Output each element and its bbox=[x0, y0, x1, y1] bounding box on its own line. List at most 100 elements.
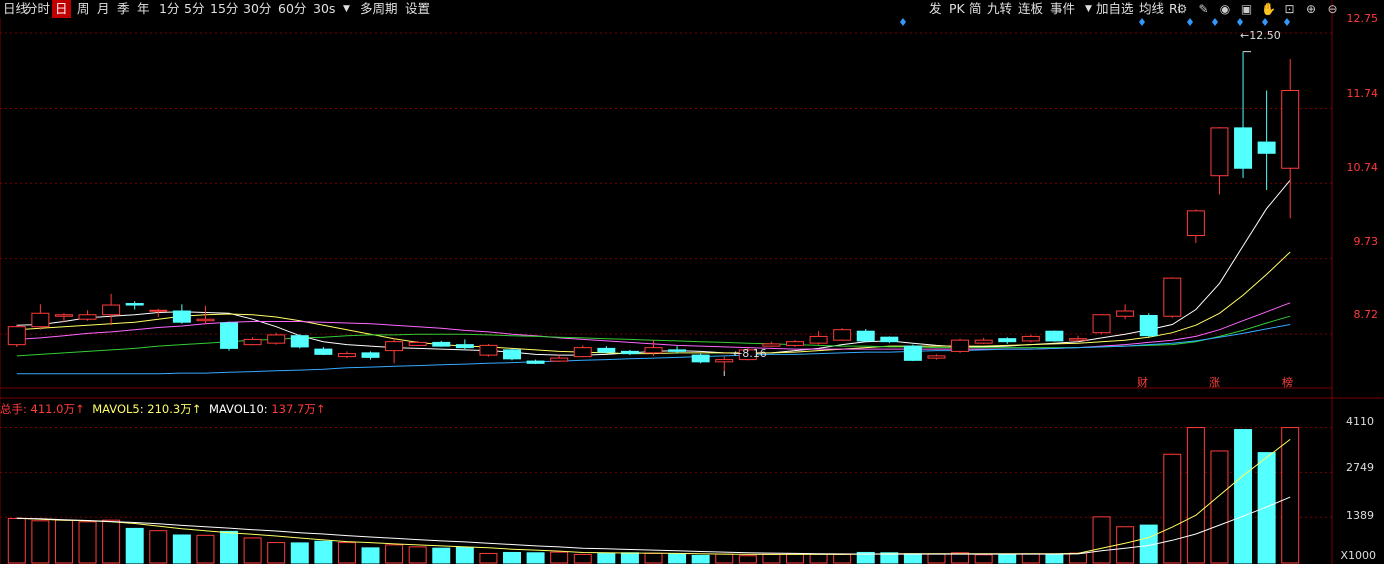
candle bbox=[715, 359, 734, 363]
volume-bar bbox=[620, 552, 639, 564]
volume-bar bbox=[927, 553, 946, 564]
volume-bar bbox=[1021, 553, 1040, 564]
volume-bar bbox=[361, 547, 380, 564]
eye-icon[interactable]: ◉ bbox=[1218, 2, 1232, 16]
volume-bar bbox=[550, 551, 569, 564]
volume-tick: 2749 bbox=[1346, 461, 1374, 474]
tool-button-4[interactable]: 连板 bbox=[1015, 0, 1046, 18]
lock-icon[interactable]: ▣ bbox=[1240, 2, 1254, 16]
period-tab-5[interactable]: 季 bbox=[114, 0, 133, 18]
lock-open-icon[interactable]: ⊡ bbox=[1283, 2, 1297, 16]
volume-bar bbox=[668, 553, 687, 564]
candle bbox=[1186, 210, 1205, 237]
tool-button-0[interactable]: 发 bbox=[926, 0, 945, 18]
candle bbox=[220, 322, 239, 349]
total-volume-label: 总手: bbox=[0, 402, 27, 416]
volume-bar bbox=[337, 542, 356, 564]
volume-bar bbox=[78, 521, 97, 564]
volume-bar bbox=[31, 520, 50, 564]
period-tab-13[interactable]: 多周期 bbox=[357, 0, 401, 18]
price-tick: 8.72 bbox=[1353, 308, 1379, 321]
volume-bar bbox=[998, 553, 1017, 564]
period-tab-4[interactable]: 月 bbox=[94, 0, 113, 18]
period-tab-2[interactable]: 日 bbox=[52, 0, 71, 18]
zoom-in-icon[interactable]: ⊕ bbox=[1304, 2, 1318, 16]
candle bbox=[78, 314, 97, 320]
volume-bar bbox=[1210, 450, 1229, 564]
candle bbox=[620, 350, 639, 355]
volume-bar bbox=[1257, 452, 1276, 564]
period-tab-3[interactable]: 周 bbox=[74, 0, 93, 18]
volume-bar bbox=[1068, 552, 1087, 564]
candle bbox=[149, 309, 168, 312]
volume-bar bbox=[432, 547, 451, 564]
candle bbox=[903, 345, 922, 361]
event-marker-finance[interactable]: 财 bbox=[1137, 374, 1148, 390]
tool-button-7[interactable]: 均线 bbox=[1136, 0, 1167, 18]
candle bbox=[243, 338, 262, 346]
candle bbox=[196, 318, 215, 322]
mavol10-label: MAVOL10: bbox=[209, 402, 268, 416]
tool-button-5[interactable]: 事件 bbox=[1047, 0, 1078, 18]
volume-bar bbox=[267, 542, 286, 564]
zoom-out-icon[interactable]: ⊖ bbox=[1326, 2, 1340, 16]
period-tab-10[interactable]: 30分 bbox=[240, 0, 274, 18]
pen-icon[interactable]: ✎ bbox=[1197, 2, 1211, 16]
volume-bar bbox=[102, 519, 121, 564]
mavol5-label: MAVOL5: bbox=[92, 402, 144, 416]
period-tab-11[interactable]: 60分 bbox=[275, 0, 309, 18]
candle bbox=[1139, 314, 1158, 337]
candle bbox=[644, 347, 663, 354]
volume-bar bbox=[196, 534, 215, 564]
candle bbox=[125, 303, 144, 306]
event-marker-list[interactable]: 榜 bbox=[1282, 374, 1293, 390]
period-tab-6[interactable]: 年 bbox=[134, 0, 153, 18]
volume-bar bbox=[1186, 427, 1205, 564]
event-marker-limit-up[interactable]: 涨 bbox=[1209, 374, 1220, 390]
candle bbox=[1068, 338, 1087, 341]
volume-bar bbox=[1234, 429, 1253, 564]
volume-tick: 4110 bbox=[1346, 415, 1374, 428]
candle bbox=[526, 360, 545, 364]
period-tab-12[interactable]: 30s bbox=[310, 0, 338, 18]
candle bbox=[102, 304, 121, 316]
volume-bar bbox=[149, 530, 168, 564]
volume-legend: 总手: 411.0万↑ MAVOL5: 210.3万↑ MAVOL10: 137… bbox=[0, 401, 325, 417]
volume-bar bbox=[691, 554, 710, 564]
candle bbox=[998, 338, 1017, 343]
volume-tick: 1389 bbox=[1346, 509, 1374, 522]
period-tab-8[interactable]: 5分 bbox=[181, 0, 207, 18]
settings-icon[interactable]: ⚙ bbox=[1175, 2, 1189, 16]
volume-bar bbox=[385, 544, 404, 564]
candle bbox=[31, 312, 50, 328]
candle bbox=[361, 352, 380, 358]
volume-bar bbox=[125, 527, 144, 564]
period-tab-9[interactable]: 15分 bbox=[207, 0, 241, 18]
kline-chart[interactable] bbox=[0, 0, 1384, 564]
tool-button-3[interactable]: 九转 bbox=[984, 0, 1015, 18]
candle bbox=[786, 341, 804, 346]
candle bbox=[1234, 127, 1253, 169]
candle bbox=[1210, 127, 1229, 177]
volume-bar bbox=[54, 519, 73, 564]
candle bbox=[432, 341, 451, 347]
candle bbox=[337, 353, 356, 358]
price-tick: 11.74 bbox=[1346, 87, 1379, 100]
candle bbox=[951, 339, 970, 352]
period-tab-14[interactable]: 设置 bbox=[402, 0, 433, 18]
period-tab-7[interactable]: 1分 bbox=[156, 0, 182, 18]
tool-button-2[interactable]: 简 bbox=[966, 0, 985, 18]
candle bbox=[833, 329, 852, 341]
candle bbox=[172, 310, 191, 323]
volume-bar bbox=[1092, 516, 1111, 564]
volume-unit: X1000 bbox=[1340, 549, 1376, 562]
tool-button-1[interactable]: PK bbox=[946, 0, 968, 18]
chevron-down-icon[interactable]: ▼ bbox=[340, 0, 353, 18]
candle bbox=[809, 335, 828, 344]
candle bbox=[479, 344, 498, 356]
tool-button-6[interactable]: 加自选 bbox=[1093, 0, 1137, 18]
period-tab-1[interactable]: 分时 bbox=[22, 0, 53, 18]
high-price-annotation: ←12.50 bbox=[1240, 29, 1281, 42]
candle bbox=[880, 336, 899, 343]
hand-icon[interactable]: ✋ bbox=[1261, 2, 1276, 16]
